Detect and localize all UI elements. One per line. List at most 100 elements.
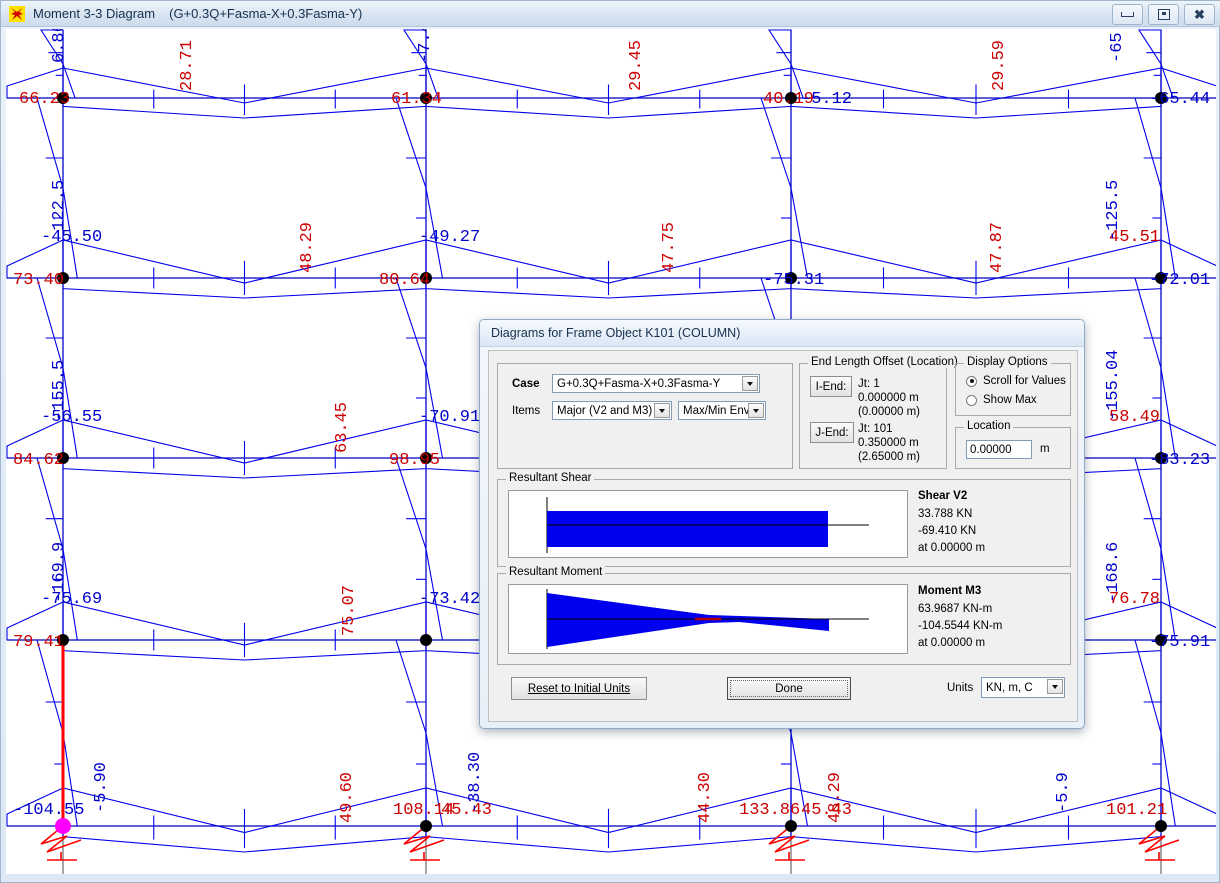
moment-max: 63.9687 KN-m — [918, 603, 993, 615]
moment-value-label: -5.12 — [801, 90, 852, 109]
j-end-button-label: J-End: — [815, 426, 849, 439]
envelope-combobox[interactable]: Max/Min Env — [678, 401, 766, 420]
window-title: Moment 3-3 Diagram — [33, 6, 156, 21]
items-label: Items — [512, 405, 541, 417]
dialog-titlebar: Diagrams for Frame Object K101 (COLUMN) — [480, 320, 1084, 347]
moment-value-label: -72.01 — [1149, 271, 1210, 290]
moment-value-label: 47.87 — [988, 222, 1007, 273]
moment-value-label: -155.04 — [1104, 350, 1123, 421]
radio-show-max[interactable]: Show Max — [966, 394, 1037, 406]
done-button[interactable]: Done — [727, 677, 851, 700]
moment-value-label: -168.6 — [1104, 542, 1123, 603]
resultant-shear-legend: Resultant Shear — [506, 472, 595, 484]
moment-value-label: -70.91 — [419, 408, 480, 427]
end-length-offset-legend: End Length Offset (Location) — [808, 356, 961, 368]
moment-value-label: 28.71 — [178, 40, 197, 91]
moment-value-label: 73.40 — [13, 271, 64, 290]
moment-value-label: -104.55 — [13, 801, 84, 820]
restore-button[interactable] — [1148, 4, 1179, 25]
window-titlebar: Moment 3-3 Diagram (G+0.3Q+Fasma-X+0.3Fa… — [1, 1, 1220, 27]
chevron-down-icon[interactable] — [748, 403, 764, 418]
moment-value-label: 6.86 — [50, 29, 69, 63]
chevron-down-icon[interactable] — [742, 376, 758, 391]
moment-plot[interactable] — [508, 584, 908, 654]
location-unit: m — [1040, 443, 1050, 455]
resultant-moment-group: Resultant Moment Moment M3 63.9687 KN-m … — [497, 566, 1071, 665]
units-label: Units — [947, 682, 974, 694]
location-input[interactable]: 0.00000 — [966, 440, 1032, 459]
i-end-location: (0.00000 m) — [858, 406, 921, 418]
shear-heading: Shear V2 — [918, 490, 968, 502]
moment-value-label: 80.64 — [379, 271, 430, 290]
application-window: Moment 3-3 Diagram (G+0.3Q+Fasma-X+0.3Fa… — [0, 0, 1220, 883]
moment-value-label: 48.29 — [298, 222, 317, 273]
moment-value-label: -49.27 — [419, 228, 480, 247]
j-end-location: (2.65000 m) — [858, 451, 921, 463]
items-combobox[interactable]: Major (V2 and M3) — [552, 401, 672, 420]
radio-button-icon — [966, 394, 977, 406]
moment-value-label: 84.62 — [13, 451, 64, 470]
case-value: G+0.3Q+Fasma-X+0.3Fasma-Y — [557, 377, 721, 390]
units-combobox[interactable]: KN, m, C — [981, 677, 1065, 698]
shear-min: -69.410 KN — [918, 525, 977, 537]
moment-value-label: 66.23 — [19, 90, 70, 109]
display-options-group: Display Options Scroll for Values Show M… — [955, 356, 1071, 416]
moment-value-label: -169.9 — [50, 542, 69, 603]
chevron-down-icon[interactable] — [1047, 679, 1063, 694]
moment-value-label: 79.41 — [13, 633, 64, 652]
moment-value-label: 133.86 — [739, 801, 800, 820]
moment-value-label: -5.90 — [92, 762, 111, 813]
location-group: Location 0.00000 m — [955, 420, 1071, 469]
moment-value-label: -38.30 — [466, 752, 485, 813]
moment-value-label: -7.42 — [416, 29, 435, 63]
moment-value-label: -5.9 — [1054, 772, 1073, 813]
display-options-legend: Display Options — [964, 356, 1051, 368]
moment-value-label: 75.07 — [340, 585, 359, 636]
location-value: 0.00000 — [970, 443, 1012, 456]
reset-units-button[interactable]: Reset to Initial Units — [511, 677, 647, 700]
j-end-button[interactable]: J-End: — [810, 422, 854, 443]
case-label: Case — [512, 378, 540, 390]
radio-showmax-label: Show Max — [983, 394, 1037, 406]
envelope-value: Max/Min Env — [683, 404, 750, 417]
done-label: Done — [775, 682, 803, 695]
case-combobox[interactable]: G+0.3Q+Fasma-X+0.3Fasma-Y — [552, 374, 760, 393]
i-end-button[interactable]: I-End: — [810, 376, 852, 397]
end-length-offset-group: End Length Offset (Location) I-End: Jt: … — [799, 356, 961, 469]
reset-units-label: Reset to Initial Units — [527, 682, 631, 695]
moment-value-label: 101.21 — [1106, 801, 1167, 820]
radio-button-icon — [966, 375, 977, 387]
units-value: KN, m, C — [986, 681, 1033, 694]
moment-at: at 0.00000 m — [918, 637, 986, 649]
frame-diagram-dialog[interactable]: Diagrams for Frame Object K101 (COLUMN) … — [479, 319, 1085, 729]
moment-value-label: 29.45 — [627, 40, 646, 91]
radio-scroll-label: Scroll for Values — [983, 375, 1066, 387]
shear-at: at 0.00000 m — [918, 542, 986, 554]
moment-value-label: 29.59 — [990, 40, 1009, 91]
radio-scroll-for-values[interactable]: Scroll for Values — [966, 375, 1066, 387]
moment-value-label: -125.5 — [1104, 180, 1123, 241]
shear-max: 33.788 KN — [918, 508, 973, 520]
moment-value-label: -75.91 — [1149, 633, 1210, 652]
moment-value-label: -73.42 — [419, 590, 480, 609]
moment-heading: Moment M3 — [918, 585, 982, 597]
minimize-icon — [1121, 12, 1134, 17]
moment-value-label: -83.23 — [1149, 451, 1210, 470]
j-end-joint: Jt: 101 — [858, 423, 893, 435]
minimize-button[interactable] — [1112, 4, 1143, 25]
j-end-offset: 0.350000 m — [858, 437, 919, 449]
i-end-joint: Jt: 1 — [858, 378, 880, 390]
resultant-shear-group: Resultant Shear Shear V2 33.788 KN -69.4… — [497, 472, 1071, 567]
dialog-body: Case G+0.3Q+Fasma-X+0.3Fasma-Y Items Maj… — [488, 350, 1078, 722]
moment-value-label: -65.44 — [1149, 90, 1210, 109]
i-end-button-label: I-End: — [815, 380, 847, 393]
resultant-moment-legend: Resultant Moment — [506, 566, 606, 578]
items-value: Major (V2 and M3) — [557, 404, 653, 417]
moment-value-label: -65.80 — [1108, 29, 1127, 63]
shear-plot[interactable] — [508, 490, 908, 558]
location-legend: Location — [964, 420, 1014, 432]
close-button[interactable]: ✖ — [1184, 4, 1215, 25]
window-buttons: ✖ — [1112, 4, 1215, 25]
chevron-down-icon[interactable] — [654, 403, 670, 418]
moment-value-label: 49.60 — [338, 772, 357, 823]
